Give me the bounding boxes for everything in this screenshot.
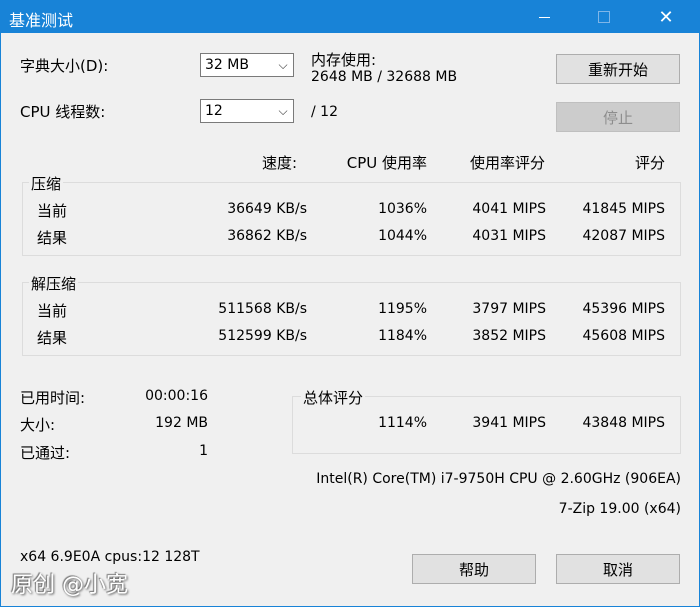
column-rating-header: 评分 [634, 154, 665, 172]
help-button[interactable]: 帮助 [412, 554, 536, 584]
title-bar[interactable]: 基准测试 ✕ [1, 1, 699, 33]
maximize-icon [598, 11, 610, 23]
chevron-down-icon: ⌵ [278, 57, 288, 72]
compress-result-rating: 42087 MIPS [582, 228, 665, 244]
column-cpu-usage-header: CPU 使用率 [346, 154, 427, 172]
decompress-result-cpu: 1184% [378, 328, 427, 344]
stop-button: 停止 [556, 102, 680, 132]
compress-group [22, 182, 681, 256]
passes-value: 1 [199, 443, 208, 459]
decompress-result-label: 结果 [37, 329, 68, 347]
total-rating-title: 总体评分 [301, 387, 366, 408]
size-value: 192 MB [155, 415, 208, 431]
close-icon: ✕ [658, 6, 674, 28]
version-info: 7-Zip 19.00 (x64) [558, 501, 681, 517]
column-speed-header: 速度: [261, 154, 297, 172]
elapsed-time-value: 00:00:16 [145, 388, 208, 404]
decompress-result-speed: 512599 KB/s [218, 328, 307, 344]
maximize-button [581, 1, 627, 33]
compress-group-title: 压缩 [29, 173, 64, 194]
decompress-result-rating: 45608 MIPS [582, 328, 665, 344]
decompress-current-speed: 511568 KB/s [218, 301, 307, 317]
passes-label: 已通过: [20, 444, 71, 462]
chevron-down-icon: ⌵ [278, 103, 288, 118]
cpu-threads-select[interactable]: 12 ⌵ [200, 99, 294, 123]
total-rating: 43848 MIPS [582, 415, 665, 431]
cpu-threads-value: 12 [205, 103, 223, 119]
restart-button[interactable]: 重新开始 [556, 54, 680, 84]
total-cpu: 1114% [378, 415, 427, 431]
cpu-info: Intel(R) Core(TM) i7-9750H CPU @ 2.60GHz… [316, 471, 681, 487]
minimize-button[interactable] [521, 1, 567, 33]
compress-current-speed: 36649 KB/s [227, 201, 307, 217]
elapsed-time-label: 已用时间: [20, 389, 86, 407]
watermark: 原创 @小宽 [11, 573, 128, 598]
cpu-threads-total: / 12 [311, 104, 338, 120]
compress-current-cpu: 1036% [378, 201, 427, 217]
compress-result-usage-rating: 4031 MIPS [472, 228, 546, 244]
compress-result-label: 结果 [37, 229, 68, 247]
decompress-current-cpu: 1195% [378, 301, 427, 317]
size-label: 大小: [20, 416, 56, 434]
memory-usage-value: 2648 MB / 32688 MB [311, 69, 458, 85]
decompress-current-usage-rating: 3797 MIPS [472, 301, 546, 317]
compress-current-label: 当前 [37, 202, 68, 220]
compress-result-speed: 36862 KB/s [227, 228, 307, 244]
decompress-group-title: 解压缩 [29, 273, 79, 294]
column-usage-rating-header: 使用率评分 [469, 154, 545, 172]
total-usage-rating: 3941 MIPS [472, 415, 546, 431]
compress-current-rating: 41845 MIPS [582, 201, 665, 217]
dictionary-size-value: 32 MB [205, 57, 249, 73]
minimize-icon [538, 16, 550, 18]
cancel-button[interactable]: 取消 [556, 554, 680, 584]
memory-usage-label: 内存使用: [311, 51, 377, 69]
dictionary-size-label: 字典大小(D): [20, 57, 109, 75]
compress-current-usage-rating: 4041 MIPS [472, 201, 546, 217]
compress-result-cpu: 1044% [378, 228, 427, 244]
system-info: x64 6.9E0A cpus:12 128T [20, 549, 200, 565]
dictionary-size-select[interactable]: 32 MB ⌵ [200, 53, 294, 77]
decompress-current-rating: 45396 MIPS [582, 301, 665, 317]
cpu-threads-label: CPU 线程数: [20, 103, 106, 121]
benchmark-window: 基准测试 ✕ 字典大小(D): 32 MB ⌵ 内存使用: 2648 MB / … [0, 0, 700, 607]
decompress-group [22, 282, 681, 356]
decompress-result-usage-rating: 3852 MIPS [472, 328, 546, 344]
decompress-current-label: 当前 [37, 302, 68, 320]
close-button[interactable]: ✕ [643, 1, 689, 33]
window-title: 基准测试 [9, 11, 74, 30]
